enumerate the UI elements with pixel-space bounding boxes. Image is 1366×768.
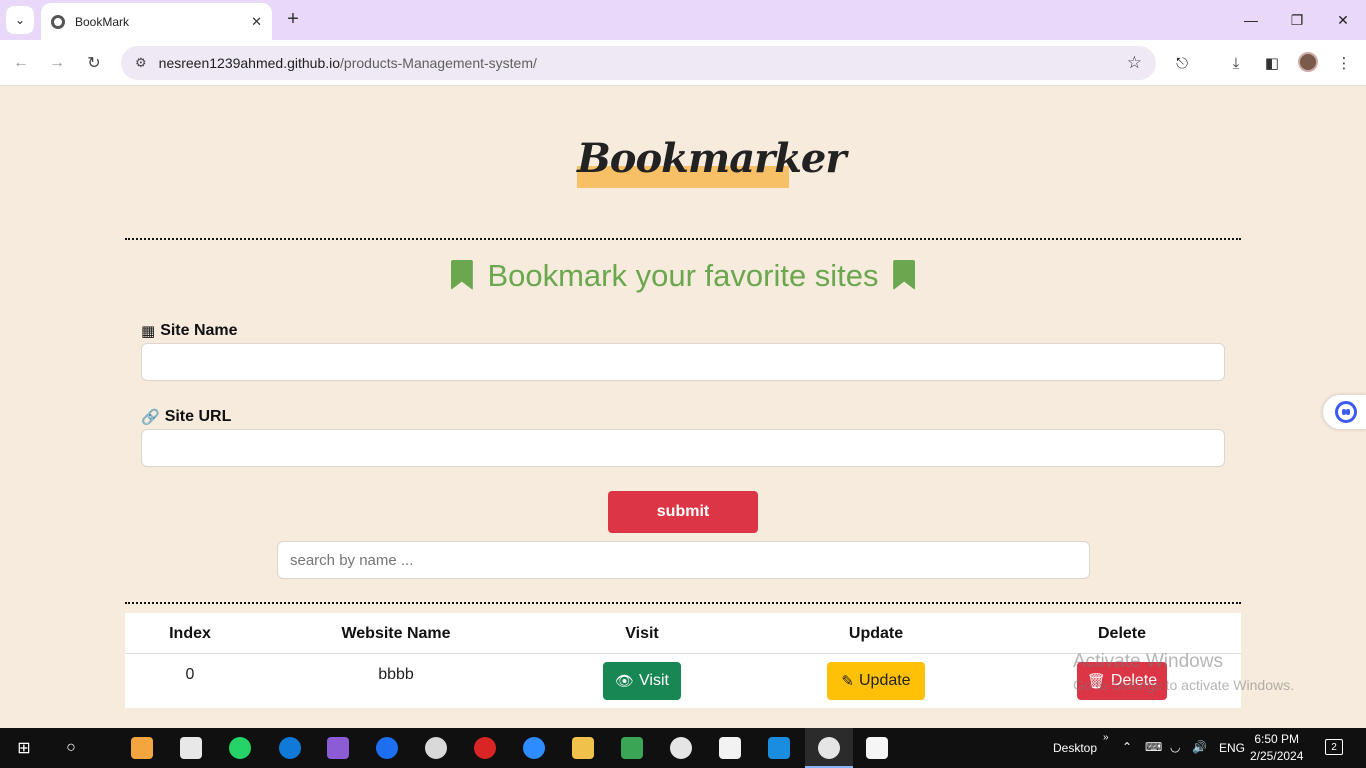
visual-studio-icon[interactable] — [327, 737, 349, 759]
clock-time: 6:50 PM — [1254, 732, 1300, 746]
header-index: Index — [169, 625, 211, 642]
header-delete: Delete — [1097, 625, 1147, 642]
site-name-input[interactable] — [141, 343, 1225, 381]
desktop-toolbar-label[interactable]: Desktop — [1053, 741, 1097, 755]
site-info-icon[interactable]: ⚙ — [135, 55, 147, 71]
submit-button[interactable]: submit — [608, 491, 758, 533]
file-explorer-icon[interactable] — [572, 737, 594, 759]
bookmark-star-icon[interactable]: ☆ — [1127, 53, 1142, 73]
url-path: /products-Management-system/ — [340, 55, 537, 71]
volume-icon[interactable]: 🔊 — [1192, 740, 1207, 754]
cell-index: 0 — [185, 666, 195, 683]
site-url-label-text: Site URL — [164, 408, 232, 425]
close-window-button[interactable]: ✕ — [1320, 0, 1366, 40]
chevron-down-icon: ⌄ — [14, 13, 26, 27]
site-url-input[interactable] — [141, 429, 1225, 467]
page-heading: Bookmark your favorite sites — [0, 258, 1366, 294]
zoom-icon[interactable] — [523, 737, 545, 759]
bookmark-icon — [450, 260, 473, 290]
keyboard-icon[interactable]: ⌨ — [1145, 740, 1162, 754]
watermark-title: Activate Windows — [1073, 651, 1223, 672]
bookmark-icon — [893, 260, 916, 290]
edit-icon: ✎ — [841, 673, 854, 690]
language-indicator[interactable]: ENG — [1219, 741, 1245, 755]
store-icon[interactable] — [131, 737, 153, 759]
chrome-icon[interactable] — [670, 737, 692, 759]
paint-icon[interactable] — [425, 737, 447, 759]
windows-taskbar: ⊞ ○ Desktop » ⌃ ⌨ ◡ 🔊 ENG 6:50 PM 2/25/2… — [0, 728, 1366, 768]
notification-count: 2 — [1331, 741, 1337, 753]
reload-button[interactable]: ↻ — [81, 50, 107, 76]
visit-button[interactable]: 👁 Visit — [603, 662, 681, 700]
back-button[interactable]: ← — [8, 50, 34, 76]
tab-search-button[interactable]: ⌄ — [6, 6, 34, 34]
chrome-active-icon[interactable] — [818, 737, 840, 759]
update-button[interactable]: ✎ Update — [827, 662, 925, 700]
brand-logo: Bookmarker — [577, 135, 846, 188]
heading-text: Bookmark your favorite sites — [487, 258, 879, 293]
tray-overflow-icon[interactable]: ⌃ — [1122, 740, 1132, 754]
calendar-icon[interactable] — [719, 737, 741, 759]
mail-icon[interactable] — [180, 737, 202, 759]
photos-icon[interactable] — [866, 737, 888, 759]
toolbar-expand-icon[interactable]: » — [1103, 732, 1109, 743]
header-update: Update — [848, 625, 904, 642]
update-label: Update — [858, 672, 911, 689]
browser-app-icon[interactable] — [376, 737, 398, 759]
window-controls: — ❐ ✕ — [1228, 0, 1366, 40]
site-name-label: ▦ Site Name — [141, 322, 238, 340]
brand-title: Bookmarker — [577, 135, 846, 182]
activate-windows-watermark: Activate Windows Go to Settings to activ… — [1073, 651, 1294, 693]
link-icon: 🔗 — [141, 409, 160, 426]
minimize-button[interactable]: — — [1228, 0, 1274, 40]
url-host: nesreen1239ahmed.github.io — [158, 55, 341, 71]
bot-face-icon — [1335, 401, 1357, 423]
notification-center-icon[interactable]: 2 — [1325, 739, 1343, 755]
close-tab-icon[interactable]: ✕ — [251, 14, 262, 30]
windows-start-icon[interactable]: ⊞ — [11, 736, 37, 760]
watermark-subtitle: Go to Settings to activate Windows. — [1073, 677, 1294, 693]
search-icon[interactable]: ○ — [58, 736, 84, 760]
address-bar[interactable]: ⚙ nesreen1239ahmed.github.io/products-Ma… — [121, 46, 1156, 80]
cell-website-name: bbbb — [378, 666, 414, 683]
book-icon: ▦ — [141, 323, 156, 340]
whatsapp-icon[interactable] — [229, 737, 251, 759]
browser-tab[interactable]: BookMark ✕ — [41, 3, 272, 40]
divider — [125, 602, 1241, 604]
header-visit: Visit — [625, 625, 659, 642]
globe-icon — [51, 14, 65, 29]
site-name-label-text: Site Name — [160, 322, 238, 339]
clock-date: 2/25/2024 — [1250, 749, 1304, 763]
menu-icon[interactable]: ⋮ — [1333, 52, 1355, 74]
side-panel-icon[interactable]: ◧ — [1261, 52, 1283, 74]
browser-toolbar: ← → ↻ ⚙ nesreen1239ahmed.github.io/produ… — [0, 40, 1366, 86]
edge-icon[interactable] — [279, 737, 301, 759]
browser-tab-bar: ⌄ BookMark ✕ + — ❐ ✕ — [0, 0, 1366, 40]
profile-avatar[interactable] — [1298, 52, 1318, 72]
visit-label: Visit — [639, 672, 669, 689]
recorder-icon[interactable] — [474, 737, 496, 759]
download-icon[interactable]: ⤓ — [1225, 52, 1247, 74]
chat-assistant-widget[interactable] — [1323, 395, 1366, 429]
divider — [125, 238, 1241, 240]
extensions-icon[interactable]: ⎋ — [1171, 52, 1193, 74]
eye-icon: 👁 — [615, 673, 635, 690]
tab-title: BookMark — [75, 14, 130, 29]
site-url-label: 🔗 Site URL — [141, 408, 231, 426]
app-grid-icon[interactable] — [621, 737, 643, 759]
forward-button[interactable]: → — [44, 50, 70, 76]
wifi-icon[interactable]: ◡ — [1170, 740, 1180, 754]
new-tab-button[interactable]: + — [282, 8, 304, 31]
header-website-name: Website Name — [341, 625, 451, 642]
vscode-icon[interactable] — [768, 737, 790, 759]
search-input[interactable] — [277, 541, 1090, 579]
restore-button[interactable]: ❐ — [1274, 0, 1320, 40]
taskbar-clock[interactable]: 6:50 PM 2/25/2024 — [1250, 731, 1303, 765]
